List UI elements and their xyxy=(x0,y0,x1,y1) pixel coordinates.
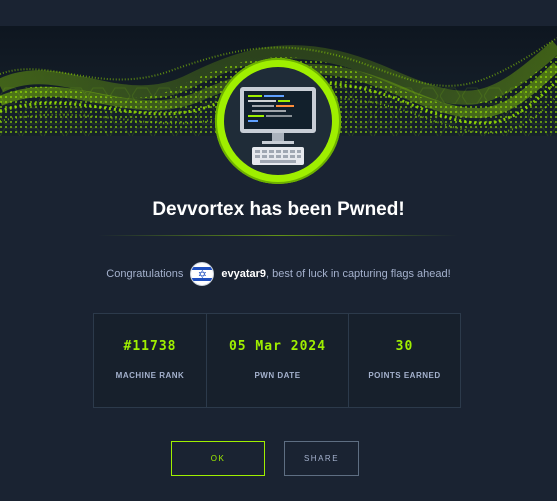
machine-rank-label: MACHINE RANK xyxy=(115,371,185,380)
pwn-date-value: 05 Mar 2024 xyxy=(228,339,327,354)
share-button[interactable]: SHARE xyxy=(284,441,359,476)
stat-machine-rank: #11738 MACHINE RANK xyxy=(94,314,206,407)
pwn-date-label: PWN DATE xyxy=(254,371,301,380)
congrats-suffix: , best of luck in capturing flags ahead! xyxy=(266,268,451,280)
congrats-prefix: Congratulations xyxy=(106,268,184,280)
username-link[interactable]: evyatar9 xyxy=(221,268,266,280)
stats-panel: #11738 MACHINE RANK 05 Mar 2024 PWN DATE… xyxy=(93,313,461,408)
ok-button[interactable]: OK xyxy=(171,441,265,476)
machine-rank-value: #11738 xyxy=(123,339,177,354)
computer-monitor-icon xyxy=(224,67,332,175)
stat-points-earned: 30 POINTS EARNED xyxy=(348,314,460,407)
points-earned-label: POINTS EARNED xyxy=(368,371,441,380)
modal-top-gap xyxy=(0,0,557,26)
pwned-modal: Devvortex has been Pwned! Congratulation… xyxy=(0,0,557,501)
machine-avatar xyxy=(215,58,341,184)
israel-flag-icon: ✡ xyxy=(190,262,215,286)
title-divider xyxy=(98,235,458,236)
modal-title: Devvortex has been Pwned! xyxy=(152,199,405,220)
points-earned-value: 30 xyxy=(395,339,414,354)
stat-pwn-date: 05 Mar 2024 PWN DATE xyxy=(206,314,348,407)
congrats-message: Congratulations ✡ evyatar9 , best of luc… xyxy=(0,262,557,286)
